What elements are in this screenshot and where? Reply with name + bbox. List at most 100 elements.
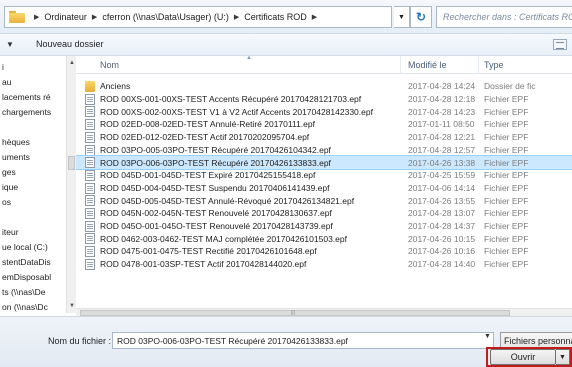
chevron-right-icon[interactable]: ▶ <box>234 13 239 21</box>
open-options-dropdown-icon[interactable]: ▼ <box>556 349 570 365</box>
nav-item[interactable]: ique <box>2 182 18 192</box>
file-icon <box>85 220 95 232</box>
column-divider[interactable] <box>478 56 479 74</box>
file-icon <box>85 131 95 143</box>
file-name: ROD 045D-001-045D-TEST Expiré 2017042515… <box>100 170 316 181</box>
file-name: ROD 02ED-008-02ED-TEST Annulé-Retiré 201… <box>100 119 315 130</box>
file-icon <box>85 144 95 156</box>
nav-item[interactable]: hèques <box>2 137 30 147</box>
list-item[interactable]: ROD 02ED-008-02ED-TEST Annulé-Retiré 201… <box>76 118 572 131</box>
new-folder-button[interactable]: Nouveau dossier <box>36 39 104 49</box>
file-icon <box>85 157 95 169</box>
list-item[interactable]: ROD 0462-003-0462-TEST MAJ complétée 201… <box>76 232 572 245</box>
list-item[interactable]: ROD 045O-001-045O-TEST Renouvelé 2017042… <box>76 220 572 233</box>
file-name: ROD 03PO-006-03PO-TEST Récupéré 20170426… <box>100 157 331 168</box>
file-name: Anciens <box>100 81 131 92</box>
search-input[interactable]: Rechercher dans : Certificats ROD <box>436 6 572 28</box>
file-type: Fichier EPF <box>484 144 529 155</box>
file-type: Dossier de fic <box>484 81 536 92</box>
column-modified[interactable]: Modifié le <box>408 60 447 70</box>
sort-ascending-icon: ▲ <box>246 56 252 61</box>
file-name: ROD 03PO-005-03PO-TEST Récupéré 20170426… <box>100 144 331 155</box>
file-modified: 2017-01-11 08:50 <box>408 119 475 130</box>
file-type: Fichier EPF <box>484 132 529 143</box>
file-modified: 2017-04-28 14:40 <box>408 259 476 270</box>
nav-item[interactable]: ue local (C:) <box>2 242 48 252</box>
file-name: ROD 045D-005-045D-TEST Annulé-Révoqué 20… <box>100 195 355 206</box>
file-name: ROD 0478-001-03SP-TEST Actif 20170428144… <box>100 259 307 270</box>
file-name: ROD 0475-001-0475-TEST Rectifié 20170426… <box>100 246 317 257</box>
file-type: Fichier EPF <box>484 182 529 193</box>
file-icon <box>85 182 95 194</box>
list-item[interactable]: ROD 045D-001-045D-TEST Expiré 2017042515… <box>76 169 572 182</box>
file-icon <box>85 208 95 219</box>
column-divider[interactable] <box>400 56 401 74</box>
horizontal-scrollbar[interactable]: ||| <box>76 308 572 316</box>
file-modified: 2017-04-28 14:37 <box>408 221 476 232</box>
scroll-up-icon[interactable]: ▲ <box>69 60 75 66</box>
nav-item[interactable]: emDisposabl <box>2 272 51 282</box>
file-name: ROD 00XS-001-00XS-TEST Accents Récupéré … <box>100 94 362 105</box>
organize-dropdown-icon[interactable]: ▼ <box>6 40 14 49</box>
nav-item[interactable]: os <box>2 197 11 207</box>
address-bar-row: ▶ Ordinateur ▶ cferron (\\nas\Data\Usage… <box>0 0 572 34</box>
list-item-selected[interactable]: ROD 03PO-006-03PO-TEST Récupéré 20170426… <box>76 155 572 170</box>
list-item[interactable]: ROD 00XS-001-00XS-TEST Accents Récupéré … <box>76 93 572 106</box>
file-type: Fichier EPF <box>484 106 529 117</box>
refresh-button[interactable]: ↻ <box>410 6 432 28</box>
file-icon <box>85 195 95 207</box>
nav-scrollbar[interactable]: ▲ ▼ <box>66 56 76 313</box>
file-modified: 2017-04-28 12:21 <box>408 132 476 143</box>
nav-item[interactable]: ges <box>2 167 16 177</box>
file-type: Fichier EPF <box>484 94 529 105</box>
list-item[interactable]: ROD 0478-001-03SP-TEST Actif 20170428144… <box>76 258 572 271</box>
chevron-right-icon[interactable]: ▶ <box>92 13 97 21</box>
filename-input[interactable]: ROD 03PO-006-03PO-TEST Récupéré 20170426… <box>112 332 494 349</box>
file-list: Nom ▲ Modifié le Type Anciens 2017-04-28 … <box>76 56 572 308</box>
toolbar: ▼ Nouveau dossier <box>0 34 572 56</box>
navigation-pane: i au lacements ré chargements hèques ume… <box>0 56 66 313</box>
list-item[interactable]: ROD 03PO-005-03PO-TEST Récupéré 20170426… <box>76 144 572 157</box>
scroll-down-icon[interactable]: ▼ <box>69 303 75 309</box>
nav-item[interactable]: lacements ré <box>2 92 51 102</box>
chevron-right-icon[interactable]: ▶ <box>312 13 317 21</box>
list-item[interactable]: ROD 02ED-012-02ED-TEST Actif 20170202095… <box>76 131 572 144</box>
open-button[interactable]: Ouvrir <box>490 349 556 365</box>
folder-icon <box>9 11 25 23</box>
list-item[interactable]: ROD 0475-001-0475-TEST Rectifié 20170426… <box>76 245 572 258</box>
file-type: Fichier EPF <box>484 208 529 219</box>
file-modified: 2017-04-28 14:23 <box>408 106 476 117</box>
nav-item[interactable]: au <box>2 77 11 87</box>
address-history-dropdown[interactable]: ▼ <box>394 6 410 28</box>
list-item[interactable]: Anciens 2017-04-28 14:24 Dossier de fic <box>76 80 572 93</box>
list-item[interactable]: ROD 045D-005-045D-TEST Annulé-Révoqué 20… <box>76 194 572 207</box>
view-options-icon[interactable] <box>553 39 567 50</box>
file-name: ROD 00XS-002-00XS-TEST V1 à V2 Actif Acc… <box>100 106 373 117</box>
chevron-right-icon[interactable]: ▶ <box>34 13 39 21</box>
file-modified: 2017-04-26 13:55 <box>408 195 476 206</box>
column-name[interactable]: Nom <box>100 60 119 70</box>
nav-item[interactable]: iteur <box>2 227 19 237</box>
nav-item[interactable]: chargements <box>2 107 51 117</box>
nav-item[interactable]: i <box>2 62 4 72</box>
nav-item[interactable]: on (\\nas\Dc <box>2 302 48 312</box>
filename-dropdown-icon[interactable]: ▼ <box>484 333 491 340</box>
list-item[interactable]: ROD 045D-004-045D-TEST Suspendu 20170406… <box>76 182 572 195</box>
file-modified: 2017-04-26 10:15 <box>408 233 476 244</box>
list-item[interactable]: ROD 045N-002-045N-TEST Renouvelé 2017042… <box>76 207 572 220</box>
file-type: Fichier EPF <box>484 195 529 206</box>
column-type[interactable]: Type <box>484 60 504 70</box>
breadcrumb-computer[interactable]: Ordinateur <box>44 12 87 22</box>
breadcrumb-drive[interactable]: cferron (\\nas\Data\Usager) (U:) <box>102 12 229 22</box>
file-modified: 2017-04-28 14:24 <box>408 81 476 92</box>
address-bar[interactable]: ▶ Ordinateur ▶ cferron (\\nas\Data\Usage… <box>4 6 392 28</box>
breadcrumb-folder[interactable]: Certificats ROD <box>244 12 307 22</box>
nav-item[interactable]: ts (\\nas\De <box>2 287 45 297</box>
list-item[interactable]: ROD 00XS-002-00XS-TEST V1 à V2 Actif Acc… <box>76 105 572 118</box>
file-type: Fichier EPF <box>484 170 529 181</box>
nav-item[interactable]: uments <box>2 152 30 162</box>
column-headers: Nom ▲ Modifié le Type <box>76 56 572 74</box>
file-modified: 2017-04-28 13:07 <box>408 208 476 219</box>
nav-item[interactable]: stentDataDis <box>2 257 51 267</box>
nav-scroll-thumb[interactable] <box>68 156 75 170</box>
